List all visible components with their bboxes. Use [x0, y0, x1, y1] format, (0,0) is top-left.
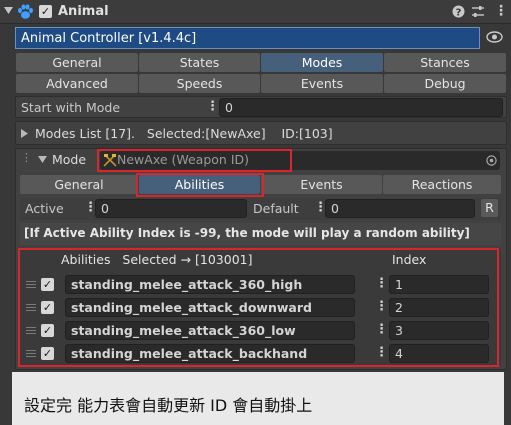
- tab-advanced[interactable]: Advanced: [16, 74, 138, 93]
- paw-icon: [17, 4, 34, 20]
- active-menu-icon[interactable]: ⋮: [84, 201, 97, 214]
- inspector-header: ✓ Animal ? ⋮: [0, 0, 511, 24]
- tab-states[interactable]: States: [139, 53, 260, 72]
- active-field[interactable]: 0: [95, 199, 247, 218]
- tab-debug[interactable]: Debug: [384, 74, 506, 93]
- info-box: [If Active Ability Index is -99, the mod…: [20, 223, 501, 245]
- info-text: [If Active Ability Index is -99, the mod…: [24, 226, 470, 240]
- start-mode-label: Start with Mode: [21, 100, 121, 115]
- controller-title: Animal Controller [v1.4.4c]: [21, 31, 197, 46]
- tab-speeds[interactable]: Speeds: [139, 74, 260, 93]
- default-menu-icon[interactable]: ⋮: [314, 201, 327, 214]
- mode-tab-events[interactable]: Events: [261, 175, 382, 194]
- active-row: Active ⋮ 0 Default ⋮ 0 R: [20, 198, 501, 220]
- mode-tab-reactions[interactable]: Reactions: [383, 175, 501, 194]
- tab-general[interactable]: General: [16, 53, 138, 72]
- abilities-tab-highlight-box: [136, 173, 264, 197]
- drag-handle-icon[interactable]: ⋮: [21, 152, 32, 163]
- abilities-highlight-box: [18, 248, 499, 367]
- expand-arrow-icon[interactable]: [21, 129, 28, 138]
- controller-title-bar: Animal Controller [v1.4.4c]: [15, 27, 480, 49]
- preset-icon[interactable]: [471, 5, 485, 19]
- object-picker-icon[interactable]: [486, 155, 497, 166]
- default-label: Default: [253, 201, 299, 216]
- caption-box: 設定完 能力表會自動更新 ID 會自動掛上: [12, 372, 504, 425]
- start-mode-field[interactable]: 0: [219, 98, 503, 117]
- svg-text:?: ?: [456, 8, 462, 19]
- start-mode-menu-icon[interactable]: ⋮: [206, 100, 219, 113]
- eye-icon[interactable]: [486, 31, 503, 43]
- reset-button[interactable]: R: [481, 199, 498, 217]
- more-options-icon[interactable]: ⋮: [494, 4, 508, 18]
- mode-label: Mode: [52, 152, 87, 167]
- active-label: Active: [25, 201, 64, 216]
- caption-text: 設定完 能力表會自動更新 ID 會自動掛上: [24, 396, 313, 415]
- mode-collapse-icon[interactable]: [38, 156, 47, 164]
- mode-tab-general[interactable]: General: [20, 175, 138, 194]
- mode-highlight-box: [97, 149, 292, 172]
- tab-stances[interactable]: Stances: [384, 53, 506, 72]
- help-icon[interactable]: ?: [452, 5, 465, 18]
- collapse-arrow-icon[interactable]: [4, 7, 13, 15]
- component-enabled-checkbox[interactable]: ✓: [39, 5, 52, 18]
- component-title: Animal: [58, 4, 109, 19]
- start-mode-panel: Start with Mode ⋮ 0: [15, 96, 507, 118]
- modes-list-label: Modes List [17]. Selected:[NewAxe] ID:[1…: [35, 126, 333, 141]
- tab-modes[interactable]: Modes: [261, 53, 383, 72]
- tab-events[interactable]: Events: [261, 74, 383, 93]
- default-field[interactable]: 0: [325, 199, 475, 218]
- modes-list-panel[interactable]: Modes List [17]. Selected:[NewAxe] ID:[1…: [15, 121, 507, 145]
